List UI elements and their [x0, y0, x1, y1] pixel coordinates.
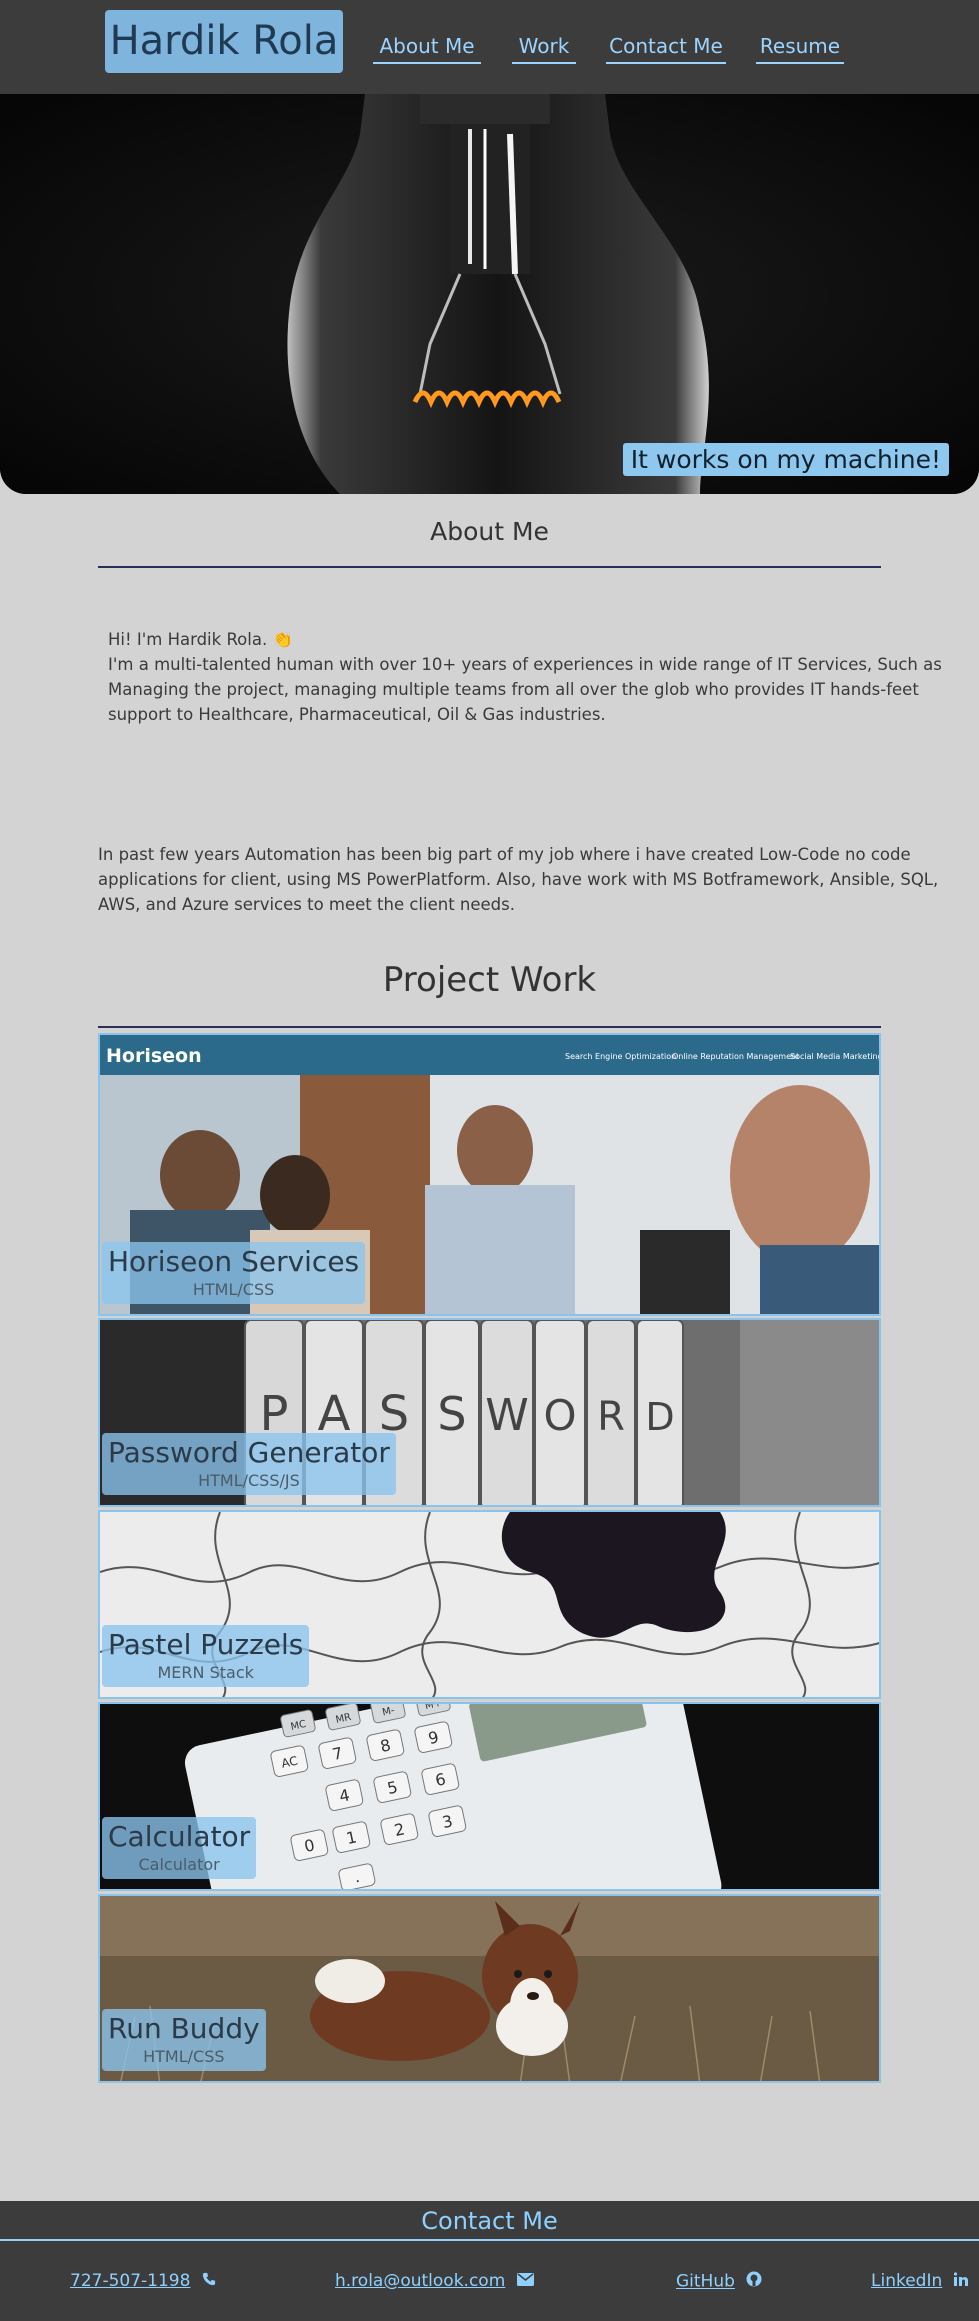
- work-divider: [98, 1026, 881, 1028]
- project-label-calculator: Calculator Calculator: [102, 1817, 257, 1879]
- about-paragraph2-line3: AWS, and Azure services to meet the clie…: [98, 895, 515, 914]
- project-card-run-buddy[interactable]: Run Buddy HTML/CSS: [98, 1894, 881, 2083]
- site-brand[interactable]: Hardik Rola: [105, 10, 343, 73]
- horiseon-link-seo: Search Engine Optimization: [565, 1052, 676, 1061]
- about-title: About Me: [430, 517, 549, 546]
- nav-resume[interactable]: Resume: [756, 30, 844, 64]
- footer-title: Contact Me: [421, 2207, 558, 2235]
- footer-divider: [0, 2239, 979, 2241]
- tile-7: R: [597, 1394, 625, 1440]
- about-paragraph1-line2: Managing the project, managing multiple …: [108, 680, 919, 699]
- tile-8: D: [645, 1395, 674, 1439]
- nav-about-me[interactable]: About Me: [373, 30, 481, 64]
- about-paragraph1-line1: I'm a multi-talented human with over 10+…: [108, 655, 942, 674]
- contact-phone-text: 727-507-1198: [70, 2271, 191, 2291]
- project-card-calculator[interactable]: MC MR M- M+ AC 7 8 9 4 5 6 1 2 3 0 . Cal…: [98, 1702, 881, 1891]
- project-name-run-buddy: Run Buddy: [108, 2012, 260, 2045]
- hero-tagline: It works on my machine!: [622, 443, 949, 476]
- nav-work[interactable]: Work: [512, 30, 576, 64]
- site-header: Hardik Rola About Me Work Contact Me Res…: [0, 0, 979, 94]
- project-label-run-buddy: Run Buddy HTML/CSS: [102, 2009, 266, 2071]
- tile-6: O: [543, 1391, 576, 1440]
- project-label-horiseon: Horiseon Services HTML/CSS: [102, 1242, 366, 1304]
- tile-5: W: [485, 1390, 529, 1441]
- project-name-pastel-puzzels: Pastel Puzzels: [108, 1628, 304, 1661]
- hero-banner: It works on my machine!: [0, 94, 979, 494]
- envelope-icon: [516, 2271, 534, 2291]
- project-name-horiseon: Horiseon Services: [108, 1245, 360, 1278]
- project-tech-run-buddy: HTML/CSS: [143, 2047, 225, 2066]
- contact-linkedin-text: LinkedIn: [871, 2271, 943, 2291]
- horiseon-link-orm: Online Reputation Management: [672, 1052, 799, 1061]
- project-name-password-generator: Password Generator: [108, 1436, 390, 1469]
- horiseon-logo: Horiseon: [106, 1045, 202, 1067]
- work-title: Project Work: [382, 960, 597, 1000]
- about-divider: [98, 566, 881, 568]
- project-tech-calculator: Calculator: [138, 1855, 220, 1874]
- contact-email-link[interactable]: h.rola@outlook.com: [335, 2271, 534, 2291]
- project-card-password-generator[interactable]: P A S S W O R D Password Generator HTML/…: [98, 1318, 881, 1507]
- contact-github-link[interactable]: GitHub: [676, 2271, 762, 2292]
- contact-linkedin-link[interactable]: LinkedIn: [871, 2271, 968, 2291]
- project-tech-horiseon: HTML/CSS: [192, 1280, 275, 1299]
- phone-icon: [202, 2271, 216, 2291]
- about-paragraph1-line3: support to Healthcare, Pharmaceutical, O…: [108, 705, 606, 724]
- about-paragraph2-line2: applications for client, using MS PowerP…: [98, 870, 939, 889]
- tile-4: S: [437, 1387, 466, 1441]
- github-icon: [746, 2271, 762, 2292]
- lightbulb-illustration: [0, 94, 979, 494]
- site-footer: Contact Me 727-507-1198 h.rola@outlook.c…: [0, 2201, 979, 2321]
- horiseon-link-smm: Social Media Marketing: [790, 1052, 881, 1061]
- project-tech-password-generator: HTML/CSS/JS: [198, 1471, 300, 1490]
- contact-email-text: h.rola@outlook.com: [335, 2271, 506, 2291]
- contact-phone-link[interactable]: 727-507-1198: [70, 2271, 216, 2291]
- linkedin-icon: [953, 2271, 968, 2291]
- project-label-pastel-puzzels: Pastel Puzzels MERN Stack: [102, 1625, 310, 1687]
- nav-contact-me[interactable]: Contact Me: [606, 30, 726, 64]
- about-intro: Hi! I'm Hardik Rola. 👏: [108, 630, 293, 649]
- project-card-horiseon[interactable]: Horiseon Search Engine Optimization Onli…: [98, 1033, 881, 1316]
- project-tech-pastel-puzzels: MERN Stack: [157, 1663, 254, 1682]
- contact-github-text: GitHub: [676, 2271, 735, 2292]
- project-name-calculator: Calculator: [108, 1820, 251, 1853]
- project-card-pastel-puzzels[interactable]: Pastel Puzzels MERN Stack: [98, 1510, 881, 1699]
- about-paragraph2-line1: In past few years Automation has been bi…: [98, 845, 911, 864]
- project-label-password-generator: Password Generator HTML/CSS/JS: [102, 1433, 396, 1495]
